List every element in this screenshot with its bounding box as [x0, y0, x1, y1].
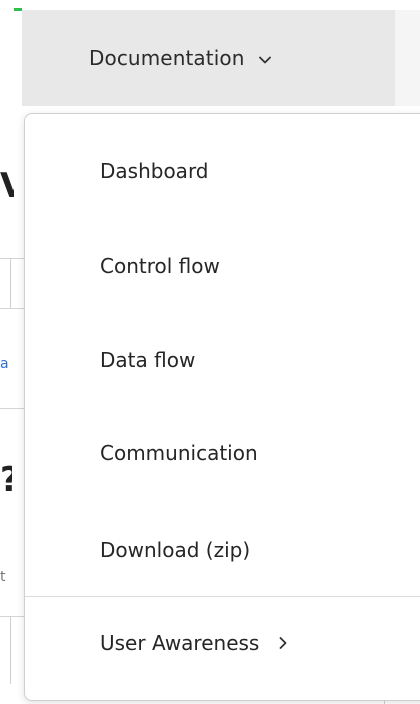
documentation-menu-button[interactable]: Documentation — [22, 10, 395, 106]
bg-divider — [0, 616, 24, 617]
bg-divider — [0, 408, 24, 409]
menu-item-label: Data flow — [100, 348, 196, 372]
menu-item-data-flow[interactable]: Data flow — [25, 313, 420, 407]
bg-text-fragment: t — [0, 569, 6, 585]
menu-item-control-flow[interactable]: Control flow — [25, 219, 420, 313]
active-indicator — [14, 8, 22, 11]
chevron-down-icon — [258, 53, 272, 67]
background-page: V a ? t — [0, 106, 24, 704]
bg-divider — [0, 308, 24, 309]
bg-divider — [0, 258, 24, 259]
menu-item-dashboard[interactable]: Dashboard — [25, 124, 420, 218]
menu-item-label: Dashboard — [100, 159, 209, 183]
documentation-dropdown-menu: Dashboard Control flow Data flow Communi… — [24, 113, 420, 701]
chevron-right-icon — [277, 636, 289, 650]
bg-column-line — [10, 616, 11, 684]
menu-item-communication[interactable]: Communication — [25, 406, 420, 500]
bg-link-fragment: a — [0, 356, 9, 372]
app-frame: V a ? t Documentation Dashboard Control … — [0, 0, 420, 704]
documentation-menu-label: Documentation — [89, 46, 245, 70]
menu-item-label: User Awareness — [100, 631, 260, 655]
bg-heading-fragment: V — [0, 166, 14, 206]
menu-item-label: Control flow — [100, 254, 220, 278]
toolbar-background — [395, 10, 420, 106]
menu-item-download-zip[interactable]: Download (zip) — [25, 503, 420, 597]
menu-item-label: Download (zip) — [100, 538, 251, 562]
bg-column-line — [10, 258, 11, 308]
menu-item-label: Communication — [100, 441, 258, 465]
bg-heading-fragment: ? — [0, 460, 12, 504]
menu-item-user-awareness[interactable]: User Awareness — [25, 596, 420, 690]
